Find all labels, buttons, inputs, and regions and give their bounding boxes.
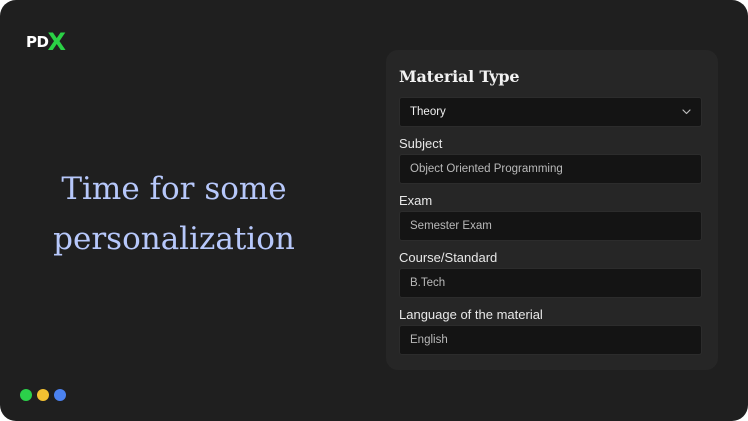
hero-heading: Time for some personalization — [24, 164, 324, 264]
language-input[interactable] — [399, 325, 702, 355]
brand-logo: PD X — [26, 30, 66, 54]
subject-input[interactable] — [399, 154, 702, 184]
chevron-down-icon — [681, 107, 691, 117]
form-panel: Material Type Theory Subject Exam Course… — [386, 50, 718, 370]
material-type-select[interactable]: Theory — [399, 97, 702, 127]
course-label: Course/Standard — [399, 250, 498, 265]
step-dot-3 — [54, 389, 66, 401]
hero-line-1: Time for some — [61, 171, 287, 207]
app-window: PD X Time for some personalization Mater… — [0, 0, 748, 421]
step-dot-1 — [20, 389, 32, 401]
material-type-value: Theory — [410, 106, 446, 118]
material-type-title: Material Type — [399, 67, 520, 86]
step-dot-2 — [37, 389, 49, 401]
logo-x-mark: X — [47, 28, 66, 56]
logo-text: PD — [26, 33, 49, 51]
step-indicator — [20, 389, 66, 401]
hero-line-2: personalization — [53, 221, 295, 257]
language-label: Language of the material — [399, 307, 543, 322]
exam-input[interactable] — [399, 211, 702, 241]
exam-label: Exam — [399, 193, 433, 208]
subject-label: Subject — [399, 136, 443, 151]
course-input[interactable] — [399, 268, 702, 298]
